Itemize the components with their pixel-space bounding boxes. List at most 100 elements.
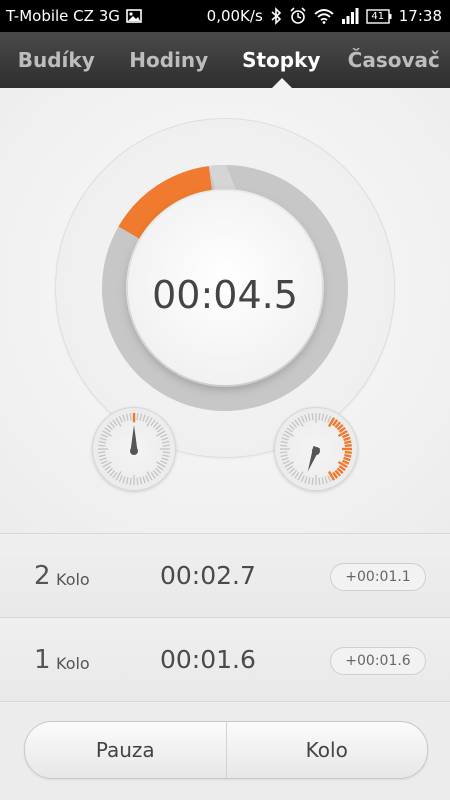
right-subdial-tick — [286, 427, 293, 433]
left-subdial-tick — [155, 467, 162, 474]
battery-icon: 41 — [366, 8, 392, 24]
right-subdial-hub — [312, 447, 320, 455]
right-subdial-tick — [304, 414, 308, 422]
right-subdial-tick — [291, 421, 298, 428]
battery-level: 41 — [371, 10, 385, 22]
tab-stopwatch[interactable]: Stopky — [225, 48, 338, 72]
right-subdial-tick — [327, 475, 332, 483]
elapsed-time: 00:04.5 — [152, 273, 298, 317]
left-subdial-tick — [129, 413, 132, 421]
right-subdial-tick — [342, 433, 350, 439]
lap-button[interactable]: Kolo — [225, 722, 428, 778]
right-subdial-tick — [318, 413, 321, 421]
right-subdial-tick — [307, 477, 311, 485]
lap-label: Kolo — [56, 654, 90, 673]
left-subdial-tick — [112, 419, 118, 426]
tab-timer[interactable]: Časovač — [338, 48, 450, 72]
right-subdial-tick — [300, 475, 305, 483]
left-subdial-tick — [152, 421, 159, 428]
right-subdial-tick — [318, 477, 321, 485]
left-subdial-tick — [150, 472, 156, 479]
right-subdial-tick — [304, 476, 308, 484]
right-subdial-tick — [286, 465, 293, 471]
clock-time: 17:38 — [398, 7, 442, 25]
left-subdial-tick — [106, 424, 113, 431]
left-subdial-tick — [125, 413, 129, 421]
right-subdial-tick — [282, 433, 290, 438]
right-subdial-tick — [344, 450, 352, 454]
left-subdial-tick — [142, 414, 146, 422]
left-subdial-tick — [98, 440, 106, 444]
right-subdial-tick — [300, 415, 305, 423]
right-subdial-tick — [280, 454, 288, 458]
lap-row: 2 Kolo 00:02.7 +00:01.1 — [0, 534, 450, 618]
right-subdial-tick — [344, 440, 352, 445]
left-subdial-tick — [157, 427, 164, 433]
left-subdial-hub — [130, 447, 138, 455]
left-subdial-tick — [122, 476, 126, 484]
left-subdial-tick — [98, 444, 106, 447]
left-subdial-tick — [139, 477, 143, 485]
left-subdial-tick — [152, 470, 159, 477]
subdial-left — [92, 407, 176, 491]
subdial-right — [274, 407, 358, 491]
left-subdial-tick — [100, 460, 108, 465]
left-subdial-tick — [104, 465, 111, 471]
left-subdial-tick — [136, 413, 139, 421]
left-subdial-tick — [109, 470, 116, 477]
right-subdial-tick — [321, 413, 325, 421]
bottom-bar: Pauza Kolo — [0, 703, 450, 800]
subdial-right-ticks — [280, 413, 352, 485]
right-subdial-tick — [282, 460, 290, 465]
control-buttons: Pauza Kolo — [24, 721, 428, 779]
left-subdial-tick — [98, 454, 106, 458]
lap-delta-badge: +00:01.6 — [330, 647, 426, 675]
left-subdial-tick — [162, 440, 170, 444]
left-subdial-tick — [100, 433, 108, 438]
pause-button[interactable]: Pauza — [25, 722, 226, 778]
left-subdial-tick — [112, 472, 118, 479]
lap-time: 00:02.7 — [160, 561, 256, 590]
left-subdial-tick — [162, 454, 170, 458]
data-rate-label: 0,00K/s — [206, 7, 263, 25]
right-subdial-tick — [288, 424, 295, 431]
stopwatch-stage: 00:04.5 — [0, 88, 450, 533]
right-subdial-tick — [342, 459, 350, 465]
left-subdial-tick — [136, 477, 139, 485]
left-subdial-tick — [106, 467, 113, 474]
alarm-icon — [289, 7, 307, 25]
left-subdial-tick — [145, 415, 150, 423]
left-subdial-tick — [99, 437, 107, 441]
right-subdial-tick — [294, 419, 300, 426]
right-subdial-tick — [294, 472, 300, 479]
right-subdial-tick — [281, 457, 289, 461]
bluetooth-icon — [270, 7, 282, 25]
left-subdial-tick — [160, 433, 168, 438]
lap-row: 1 Kolo 00:01.6 +00:01.6 — [0, 618, 450, 702]
right-subdial-tick — [291, 470, 298, 477]
left-subdial-tick — [104, 427, 111, 433]
left-subdial-tick — [129, 477, 132, 485]
wifi-icon — [314, 8, 334, 24]
left-subdial-tick — [161, 457, 169, 461]
right-subdial-tick — [324, 414, 328, 422]
tab-clock[interactable]: Hodiny — [113, 48, 226, 72]
subdial-left-ticks — [98, 413, 170, 485]
left-subdial-tick — [118, 475, 123, 483]
right-subdial-tick — [281, 437, 289, 441]
tab-alarms[interactable]: Budíky — [0, 48, 113, 72]
left-subdial-tick — [142, 476, 146, 484]
lap-number: 1 — [34, 645, 51, 675]
left-subdial-tick — [98, 451, 106, 454]
right-subdial-tick — [343, 436, 351, 442]
lap-delta-badge: +00:01.1 — [330, 563, 426, 591]
right-subdial-tick — [311, 413, 314, 421]
left-subdial-tick — [150, 419, 156, 426]
carrier-label: T-Mobile CZ 3G — [6, 7, 120, 25]
right-subdial-tick — [311, 477, 314, 485]
right-subdial-tick — [280, 444, 288, 447]
right-subdial-tick — [327, 415, 332, 423]
left-subdial-tick — [109, 421, 116, 428]
right-subdial-tick — [344, 453, 352, 458]
right-subdial-tick — [344, 444, 352, 448]
